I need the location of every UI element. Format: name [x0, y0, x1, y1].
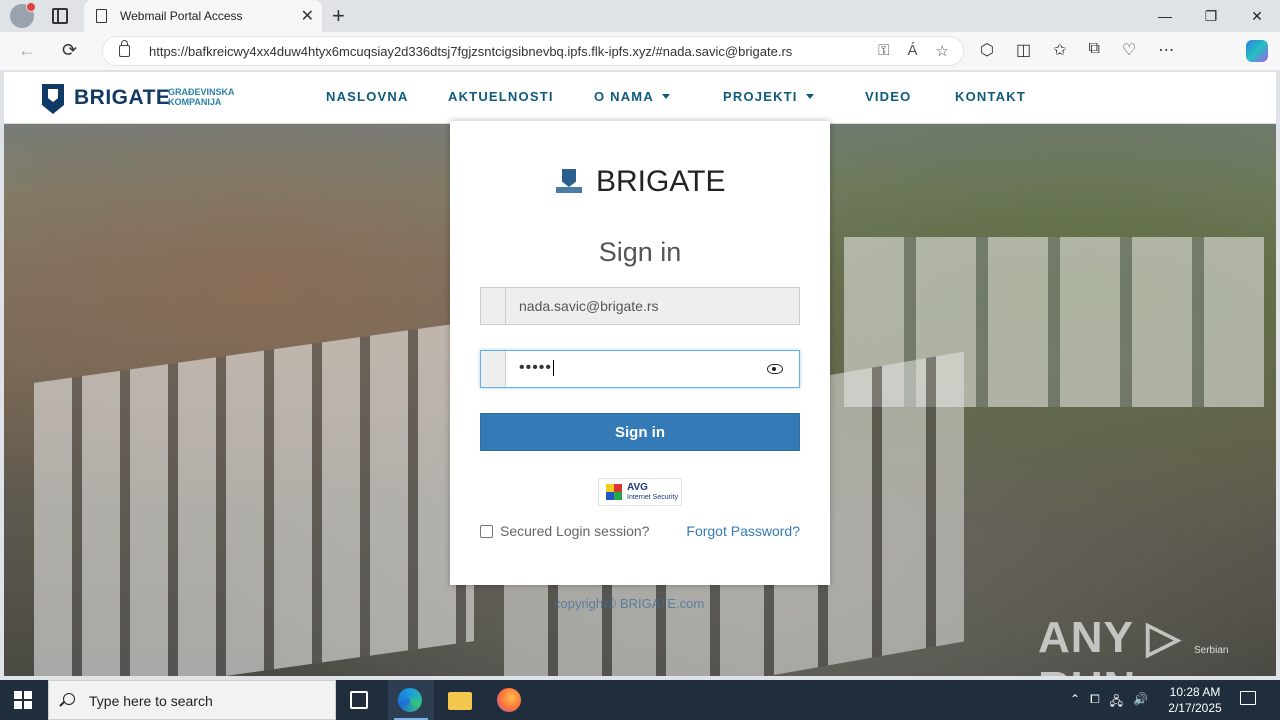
system-tray: ⌃ ⧠ 🖧 🔊: [1070, 692, 1148, 713]
sign-in-title: Sign in: [598, 237, 682, 267]
notification-icon[interactable]: [1240, 691, 1256, 705]
page-icon: [96, 9, 107, 23]
background-buildings: [34, 321, 474, 676]
nav-item-aktuelnosti[interactable]: AKTUELNOSTI: [448, 89, 594, 104]
key-icon[interactable]: ⚿: [878, 42, 889, 60]
brigate-logo-icon[interactable]: [42, 84, 64, 114]
caret-down-icon: [661, 94, 670, 99]
forgot-password-link[interactable]: Forgot Password?: [686, 523, 800, 539]
collections-icon[interactable]: ⧉: [1089, 40, 1100, 60]
secured-login-option[interactable]: Secured Login session?: [480, 523, 649, 539]
nav-item-naslovna[interactable]: NASLOVNA: [326, 89, 448, 104]
brigate-card-logo-icon: [556, 169, 582, 195]
lock-icon[interactable]: [119, 40, 130, 57]
nav-label-projekti[interactable]: PROJEKTI: [723, 89, 798, 104]
file-explorer-icon[interactable]: [448, 692, 472, 710]
tray-device-icon[interactable]: ⧠: [1090, 692, 1100, 713]
favorite-star-icon[interactable]: ☆: [936, 42, 949, 60]
avg-badge: AVG Internet Security: [598, 478, 682, 506]
email-addon: [481, 288, 506, 324]
tray-chevron-icon[interactable]: ⌃: [1070, 692, 1080, 713]
address-bar[interactable]: https://bafkreicwy4xx4duw4htyx6mcuqsiay2…: [102, 36, 964, 66]
anyrun-watermark: ANY ▷ RUN: [1038, 613, 1182, 676]
favorites-icon[interactable]: ✩: [1053, 40, 1066, 60]
browser-tab[interactable]: Webmail Portal Access ✕: [84, 0, 322, 32]
nav-label-o-nama[interactable]: O NAMA: [594, 89, 654, 104]
reload-button[interactable]: ⟳: [62, 40, 77, 61]
firefox-icon[interactable]: [497, 688, 521, 712]
nav-item-kontakt[interactable]: KONTAKT: [955, 89, 1026, 104]
edge-browser-icon[interactable]: [398, 688, 422, 712]
avg-subtitle: Internet Security: [627, 494, 678, 501]
sign-in-button[interactable]: Sign in: [480, 413, 800, 451]
copilot-icon[interactable]: [1246, 40, 1268, 62]
secured-login-label[interactable]: Secured Login session?: [500, 523, 649, 539]
windows-start-icon[interactable]: [14, 691, 32, 709]
browser-tools: ⬡ ◫ ✩ ⧉ ♡ ⋯: [980, 40, 1174, 60]
avg-title: AVG: [627, 482, 648, 493]
taskbar-search-placeholder[interactable]: Type here to search: [89, 693, 213, 709]
password-field[interactable]: •••••: [480, 350, 800, 388]
volume-icon[interactable]: 🔊: [1133, 692, 1148, 713]
email-value[interactable]: nada.savic@brigate.rs: [519, 298, 659, 314]
avg-logo-icon: [606, 484, 622, 500]
window-controls: — ❐ ✕: [1142, 0, 1280, 32]
performance-icon[interactable]: ♡: [1122, 40, 1136, 60]
logo-name[interactable]: BRIGATE: [74, 86, 170, 110]
login-card: BRIGATE Sign in nada.savic@brigate.rs ••…: [450, 121, 830, 585]
nav-item-o-nama[interactable]: O NAMA: [594, 89, 723, 104]
restore-button[interactable]: ❐: [1188, 0, 1234, 32]
browser-tab-bar: Webmail Portal Access ✕ + — ❐ ✕: [0, 0, 1280, 32]
logo-subtitle: GRAĐEVINSKA KOMPANIJA: [168, 87, 235, 107]
task-view-icon[interactable]: [350, 691, 368, 709]
back-button[interactable]: ←: [18, 40, 36, 61]
show-password-eye-icon[interactable]: [767, 364, 783, 374]
profile-avatar-icon[interactable]: [10, 2, 36, 28]
extensions-icon[interactable]: ⬡: [980, 40, 994, 60]
caret-down-icon: [805, 94, 814, 99]
email-field[interactable]: nada.savic@brigate.rs: [480, 287, 800, 325]
windows-taskbar: Type here to search ⌃ ⧠ 🖧 🔊 10:28 AM 2/1…: [0, 680, 1280, 720]
password-value[interactable]: •••••: [519, 359, 554, 377]
secured-login-checkbox[interactable]: [480, 524, 493, 538]
password-addon: [481, 351, 506, 387]
nav-item-video[interactable]: VIDEO: [865, 89, 955, 104]
card-brand: BRIGATE: [596, 165, 726, 198]
url-text[interactable]: https://bafkreicwy4xx4duw4htyx6mcuqsiay2…: [149, 44, 792, 59]
close-window-button[interactable]: ✕: [1234, 0, 1280, 32]
tab-actions-icon[interactable]: [52, 8, 68, 24]
clock-date: 2/17/2025: [1168, 701, 1222, 715]
taskbar-clock[interactable]: 10:28 AM 2/17/2025: [1160, 684, 1230, 716]
new-tab-button[interactable]: +: [332, 3, 345, 29]
tab-close-icon[interactable]: ✕: [301, 6, 314, 26]
more-menu-icon[interactable]: ⋯: [1158, 40, 1174, 60]
clock-time: 10:28 AM: [1169, 685, 1221, 699]
read-aloud-icon[interactable]: Á: [908, 42, 918, 60]
split-screen-icon[interactable]: ◫: [1016, 40, 1031, 60]
minimize-button[interactable]: —: [1142, 0, 1188, 32]
taskbar-search-box[interactable]: Type here to search: [48, 680, 336, 720]
search-icon: [63, 693, 75, 705]
site-header: BRIGATE GRAĐEVINSKA KOMPANIJA NASLOVNA A…: [4, 72, 1276, 124]
main-nav: NASLOVNA AKTUELNOSTI O NAMA PROJEKTI VID…: [326, 89, 1026, 104]
tab-title: Webmail Portal Access: [120, 9, 243, 23]
network-icon[interactable]: 🖧: [1110, 692, 1123, 713]
nav-item-projekti[interactable]: PROJEKTI: [723, 89, 865, 104]
web-page: BRIGATE GRAĐEVINSKA KOMPANIJA NASLOVNA A…: [4, 72, 1276, 676]
copyright-text: copyright© BRIGATE.com: [554, 596, 705, 611]
language-selector[interactable]: Serbian: [1194, 645, 1228, 656]
